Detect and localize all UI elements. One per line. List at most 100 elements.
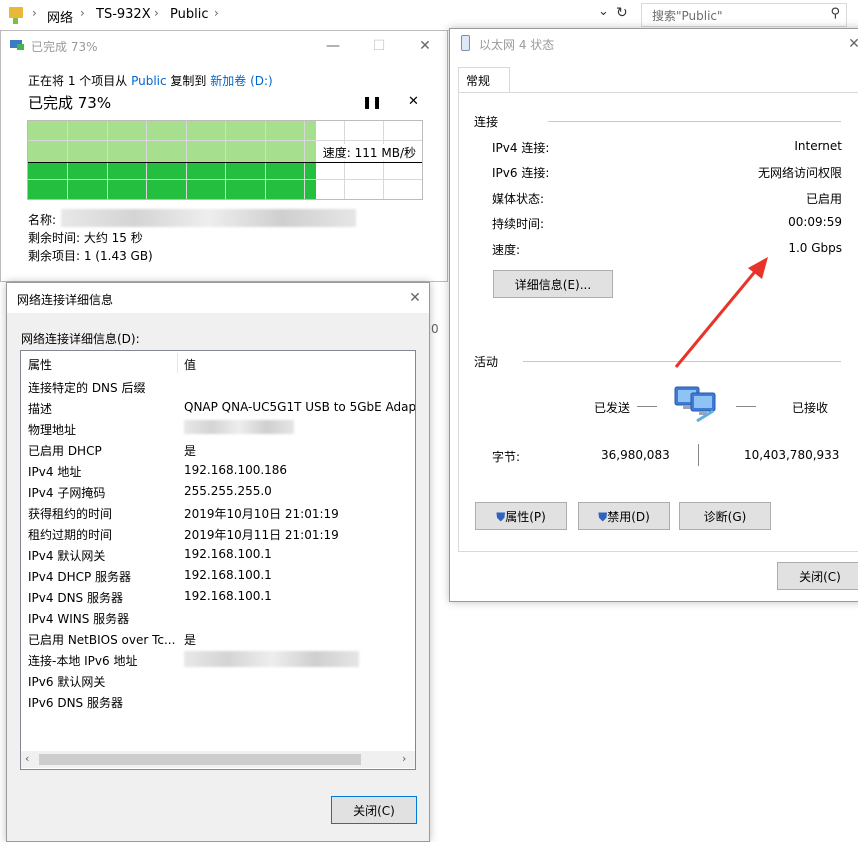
- refresh-icon[interactable]: ↻: [616, 5, 628, 21]
- table-row[interactable]: 已启用 NetBIOS over Tc... 是: [21, 628, 415, 649]
- table-row[interactable]: IPv4 DHCP 服务器 192.168.100.1: [21, 565, 415, 586]
- name-label: 名称:: [28, 213, 57, 227]
- duration-label: 持续时间:: [492, 217, 545, 231]
- chevron-right-icon: ›: [80, 6, 85, 20]
- ethernet-window-title: 以太网 4 状态: [479, 38, 555, 52]
- received-dash: [736, 406, 756, 407]
- network-adapter-icon: [461, 35, 470, 51]
- row-property: IPv4 DNS 服务器: [28, 591, 123, 605]
- minimize-button[interactable]: —: [321, 35, 345, 57]
- bytes-label: 字节:: [492, 450, 521, 464]
- grid-line: [146, 121, 147, 199]
- network-computers-icon: [673, 381, 721, 425]
- close-button[interactable]: ✕: [413, 35, 437, 57]
- scroll-left-icon[interactable]: ‹: [25, 752, 29, 765]
- folder-icon: [9, 7, 23, 18]
- breadcrumb-network[interactable]: 网络: [47, 7, 73, 26]
- network-details-dialog: 网络连接详细信息 ✕ 网络连接详细信息(D): 属性 值 连接特定的 DNS 后…: [6, 282, 430, 842]
- table-row[interactable]: 租约过期的时间 2019年10月11日 21:01:19: [21, 523, 415, 544]
- table-row[interactable]: IPv6 DNS 服务器: [21, 691, 415, 712]
- row-value: 192.168.100.1: [184, 547, 272, 561]
- bytes-sent: 36,980,083: [601, 448, 670, 462]
- copy-dest-link[interactable]: 新加卷 (D:): [210, 74, 272, 88]
- tab-general-label: 常规: [466, 74, 491, 88]
- copy-description: 正在将 1 个项目从 Public 复制到 新加卷 (D:): [28, 72, 273, 89]
- tab-general[interactable]: 常规: [458, 67, 510, 94]
- pause-icon[interactable]: ❚❚: [362, 95, 382, 109]
- details-close-button[interactable]: 关闭(C): [331, 796, 417, 824]
- table-row[interactable]: IPv6 默认网关: [21, 670, 415, 691]
- grid-line: [265, 121, 266, 199]
- chevron-right-icon: ›: [214, 6, 219, 20]
- column-header-property[interactable]: 属性: [28, 356, 52, 373]
- sent-label: 已发送: [594, 401, 631, 415]
- row-value: 255.255.255.0: [184, 484, 272, 498]
- table-row[interactable]: IPv4 地址 192.168.100.186: [21, 460, 415, 481]
- copy-heading: 已完成 73%: [28, 94, 112, 112]
- speed-value: 1.0 Gbps: [788, 241, 842, 255]
- disable-button[interactable]: ⛊禁用(D): [578, 502, 670, 530]
- grid-line: [28, 179, 422, 180]
- received-label: 已接收: [792, 401, 829, 415]
- stray-character: 0: [431, 322, 439, 336]
- ethernet-close-button[interactable]: 关闭(C): [777, 562, 858, 590]
- table-row[interactable]: IPv4 DNS 服务器 192.168.100.1: [21, 586, 415, 607]
- breadcrumb-public[interactable]: Public: [170, 7, 208, 22]
- search-box[interactable]: ⚲: [641, 3, 847, 27]
- table-row[interactable]: IPv4 WINS 服务器: [21, 607, 415, 628]
- breadcrumb-ts932x[interactable]: TS-932X: [96, 7, 151, 22]
- copy-progress-window: 已完成 73% — ☐ ✕ 正在将 1 个项目从 Public 复制到 新加卷 …: [0, 30, 448, 282]
- details-list-label: 网络连接详细信息(D):: [21, 332, 140, 346]
- items-remaining: 剩余项目: 1 (1.43 GB): [28, 249, 153, 263]
- column-divider: [177, 353, 178, 373]
- row-property: 获得租约的时间: [28, 507, 113, 521]
- scrollbar-thumb[interactable]: [39, 754, 361, 765]
- details-titlebar: 网络连接详细信息 ✕: [7, 283, 429, 313]
- progress-graph: 速度: 111 MB/秒: [27, 120, 423, 200]
- row-property: 租约过期的时间: [28, 528, 113, 542]
- grid-line: [225, 121, 226, 199]
- search-input[interactable]: [650, 6, 824, 26]
- media-state-label: 媒体状态:: [492, 192, 545, 206]
- row-value: 是: [184, 633, 197, 647]
- row-property: IPv4 默认网关: [28, 549, 106, 563]
- table-row[interactable]: 连接特定的 DNS 后缀: [21, 376, 415, 397]
- grid-line: [186, 121, 187, 199]
- row-property: 连接-本地 IPv6 地址: [28, 654, 138, 668]
- details-list[interactable]: 属性 值 连接特定的 DNS 后缀描述 QNAP QNA-UC5G1T USB t…: [20, 350, 416, 770]
- details-button[interactable]: 详细信息(E)...: [493, 270, 613, 298]
- time-remaining: 剩余时间: 大约 15 秒: [28, 231, 143, 245]
- row-property: 连接特定的 DNS 后缀: [28, 381, 146, 395]
- bytes-received: 10,403,780,933: [744, 448, 840, 462]
- cancel-copy-icon[interactable]: ✕: [408, 94, 419, 109]
- ipv6-connection-label: IPv6 连接:: [492, 166, 550, 180]
- table-row[interactable]: IPv4 默认网关 192.168.100.1: [21, 544, 415, 565]
- search-icon[interactable]: ⚲: [830, 6, 840, 21]
- row-property: 物理地址: [28, 423, 77, 437]
- table-row[interactable]: 描述 QNAP QNA-UC5G1T USB to 5GbE Adap: [21, 397, 415, 418]
- row-property: IPv6 默认网关: [28, 675, 106, 689]
- column-header-value[interactable]: 值: [184, 356, 196, 373]
- chevron-right-icon: ›: [32, 6, 37, 20]
- progress-fill-light: [28, 121, 316, 162]
- table-row[interactable]: IPv4 子网掩码 255.255.255.0: [21, 481, 415, 502]
- copy-source-link[interactable]: Public: [131, 74, 167, 88]
- horizontal-scrollbar[interactable]: ‹ ›: [21, 751, 415, 768]
- diagnose-button[interactable]: 诊断(G): [679, 502, 771, 530]
- row-property: 已启用 DHCP: [28, 444, 102, 458]
- row-value: 192.168.100.1: [184, 568, 272, 582]
- properties-button[interactable]: ⛊属性(P): [475, 502, 567, 530]
- grid-line: [67, 121, 68, 199]
- grid-line: [304, 121, 305, 199]
- close-button[interactable]: ✕: [842, 33, 858, 55]
- ipv6-connection-value: 无网络访问权限: [757, 166, 842, 180]
- speed-label: 速度: 111 MB/秒: [320, 144, 418, 161]
- scroll-right-icon[interactable]: ›: [402, 752, 406, 765]
- disable-button-label: 禁用(D): [607, 510, 650, 524]
- close-button[interactable]: ✕: [403, 287, 427, 309]
- table-row[interactable]: 已启用 DHCP 是: [21, 439, 415, 460]
- table-row[interactable]: 获得租约的时间 2019年10月10日 21:01:19: [21, 502, 415, 523]
- copy-titlebar: 已完成 73% — ☐ ✕: [1, 31, 447, 61]
- chevron-down-icon[interactable]: ⌄: [598, 4, 609, 19]
- name-redacted: [61, 209, 356, 227]
